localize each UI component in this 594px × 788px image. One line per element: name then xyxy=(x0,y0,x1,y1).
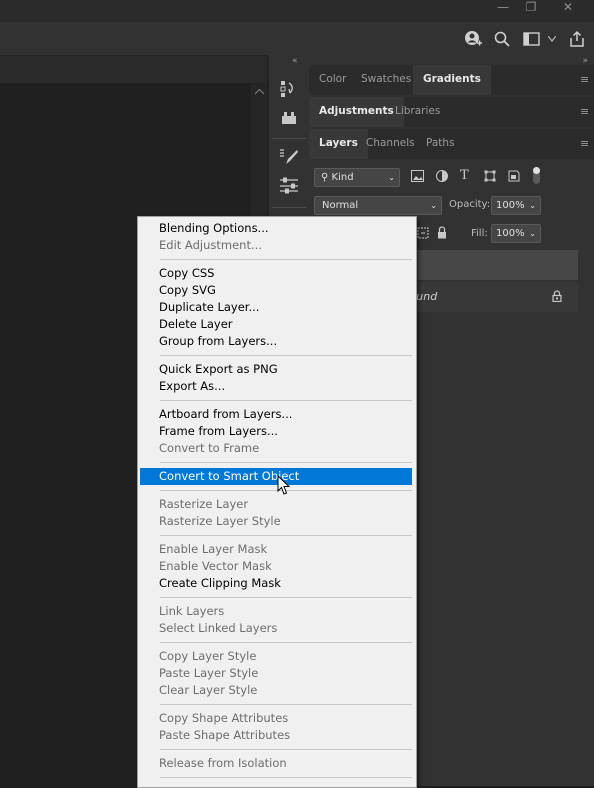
menu-item-enable-vector-mask: Enable Vector Mask xyxy=(159,559,272,573)
menu-separator xyxy=(160,749,412,750)
menu-item-select-linked-layers: Select Linked Layers xyxy=(159,621,278,635)
search-icon[interactable] xyxy=(493,30,511,48)
menu-item-blending-options[interactable]: Blending Options... xyxy=(140,220,412,237)
blend-mode-value: Normal xyxy=(322,200,359,211)
chevron-down-icon: ⌄ xyxy=(529,201,536,210)
panel-menu-icon[interactable]: ≡ xyxy=(580,106,592,117)
brush-settings-icon[interactable] xyxy=(279,147,299,167)
tab-swatches[interactable]: Swatches xyxy=(351,65,421,95)
menu-separator xyxy=(160,259,412,260)
menu-item-enable-layer-mask: Enable Layer Mask xyxy=(159,542,268,556)
adjustments-panel-tabs: Adjustments Libraries ≡ xyxy=(309,97,594,127)
menu-separator xyxy=(160,642,412,643)
layer-context-menu: Blending Options... Edit Adjustment... C… xyxy=(137,216,417,788)
menu-separator xyxy=(160,704,412,705)
menu-separator xyxy=(160,597,412,598)
menu-separator xyxy=(160,400,412,401)
menu-item-frame-from-layers[interactable]: Frame from Layers... xyxy=(140,423,412,440)
menu-item-copy-svg[interactable]: Copy SVG xyxy=(140,282,412,299)
glyphs-icon[interactable] xyxy=(279,108,299,128)
menu-item-copy-css[interactable]: Copy CSS xyxy=(140,265,412,282)
close-icon[interactable]: ✕ xyxy=(556,0,580,16)
workspace-icon[interactable] xyxy=(523,30,541,48)
menu-item-clear-layer-style: Clear Layer Style xyxy=(159,683,258,697)
chevron-down-icon: ⌄ xyxy=(388,173,395,182)
tab-color[interactable]: Color xyxy=(309,65,356,95)
filter-adjustment-icon[interactable] xyxy=(436,170,448,182)
tab-paths[interactable]: Paths xyxy=(416,129,465,159)
filter-type-icon[interactable]: T xyxy=(460,168,469,183)
opacity-value: 100% xyxy=(496,200,525,211)
menu-item-delete-layer[interactable]: Delete Layer xyxy=(140,316,412,333)
menu-item-quick-export-png[interactable]: Quick Export as PNG xyxy=(140,361,412,378)
filter-shape-icon[interactable] xyxy=(484,170,496,182)
filter-toggle[interactable] xyxy=(533,167,540,184)
divider xyxy=(272,138,306,139)
adjust-sliders-icon[interactable] xyxy=(279,175,299,195)
divider xyxy=(272,207,306,208)
account-icon[interactable] xyxy=(464,30,482,48)
restore-icon[interactable]: ❐ xyxy=(519,0,543,16)
title-bar: — ❐ ✕ xyxy=(0,0,594,22)
history-icon[interactable] xyxy=(279,79,299,99)
filter-search-icon: ⚲ xyxy=(321,172,329,183)
options-bar xyxy=(0,22,594,56)
menu-item-paste-layer-style: Paste Layer Style xyxy=(159,666,259,680)
filter-kind-label: Kind xyxy=(331,172,354,183)
blend-mode-select[interactable]: Normal ⌄ xyxy=(314,196,442,215)
menu-item-copy-layer-style: Copy Layer Style xyxy=(159,649,257,663)
menu-item-copy-shape-attributes: Copy Shape Attributes xyxy=(159,711,289,725)
lock-icon xyxy=(552,290,562,302)
scroll-up-icon[interactable] xyxy=(255,89,264,95)
tab-channels[interactable]: Channels xyxy=(356,129,425,159)
menu-item-convert-to-smart-object[interactable]: Convert to Smart Object xyxy=(140,468,412,485)
menu-item-rasterize-layer-style: Rasterize Layer Style xyxy=(159,514,281,528)
panel-menu-icon[interactable]: ≡ xyxy=(580,138,592,149)
menu-item-paste-shape-attributes: Paste Shape Attributes xyxy=(159,728,291,742)
menu-item-export-as[interactable]: Export As... xyxy=(140,378,412,395)
menu-item-convert-to-frame: Convert to Frame xyxy=(159,441,260,455)
chevron-down-icon: ⌄ xyxy=(529,229,536,238)
filter-pixel-icon[interactable] xyxy=(411,170,424,182)
panel-menu-icon[interactable]: ≡ xyxy=(580,74,592,85)
tab-libraries[interactable]: Libraries xyxy=(385,97,450,127)
mouse-cursor-icon xyxy=(277,475,291,495)
menu-item-create-clipping-mask[interactable]: Create Clipping Mask xyxy=(140,575,412,592)
filter-smart-object-icon[interactable] xyxy=(508,170,520,182)
menu-separator xyxy=(160,535,412,536)
menu-item-artboard-from-layers[interactable]: Artboard from Layers... xyxy=(140,406,412,423)
collapse-panels-icon[interactable]: « xyxy=(292,56,298,66)
lock-all-icon[interactable] xyxy=(437,226,447,239)
chevron-down-icon[interactable] xyxy=(548,36,556,42)
fill-label: Fill: xyxy=(471,228,488,239)
opacity-label: Opacity: xyxy=(449,199,491,210)
menu-item-rasterize-layer: Rasterize Layer xyxy=(159,497,249,511)
tab-gradients[interactable]: Gradients xyxy=(413,65,491,95)
menu-item-edit-adjustment: Edit Adjustment... xyxy=(159,238,262,252)
menu-item-group-from-layers[interactable]: Group from Layers... xyxy=(140,333,412,350)
opacity-input[interactable]: 100% ⌄ xyxy=(491,196,541,215)
lock-artboard-icon[interactable] xyxy=(417,227,429,239)
layer-filter-select[interactable]: ⚲ Kind ⌄ xyxy=(314,168,400,187)
share-icon[interactable] xyxy=(568,30,586,48)
layers-panel-tabs: Layers Channels Paths ≡ xyxy=(309,129,594,159)
document-tab-bar xyxy=(0,56,267,83)
menu-item-release-from-isolation: Release from Isolation xyxy=(159,756,287,770)
filter-toggle-knob xyxy=(533,167,540,174)
menu-separator xyxy=(160,777,412,778)
fill-input[interactable]: 100% ⌄ xyxy=(491,224,541,243)
fill-value: 100% xyxy=(496,228,525,239)
minimize-icon[interactable]: — xyxy=(491,0,515,16)
menu-item-link-layers: Link Layers xyxy=(159,604,225,618)
menu-separator xyxy=(160,355,412,356)
menu-item-duplicate-layer[interactable]: Duplicate Layer... xyxy=(140,299,412,316)
color-panel-tabs: Color Swatches Gradients ≡ xyxy=(309,65,594,95)
menu-separator xyxy=(160,462,412,463)
chevron-down-icon: ⌄ xyxy=(430,201,437,210)
